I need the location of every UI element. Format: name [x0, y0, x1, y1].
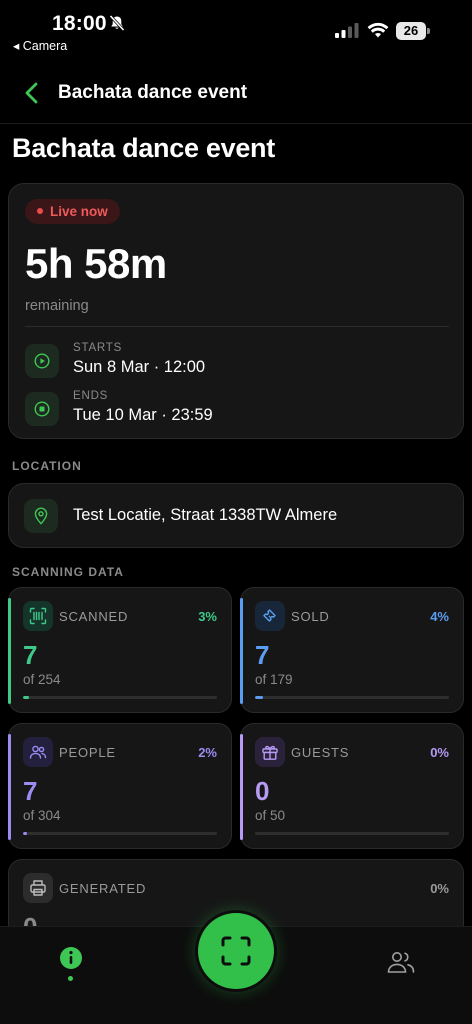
ticket-icon: [255, 601, 285, 631]
stat-total: of 179: [255, 672, 293, 687]
barcode-icon: [23, 601, 53, 631]
live-label: Live now: [50, 204, 108, 219]
stat-value: 7: [255, 640, 270, 670]
page-title: Bachata dance event: [12, 133, 275, 163]
ends-row: ENDS Tue 10 Mar · 23:59: [25, 390, 449, 428]
starts-label: STARTS: [73, 342, 123, 354]
location-section-label: LOCATION: [12, 459, 82, 473]
divider: [25, 326, 449, 327]
stat-total: of 304: [23, 808, 61, 823]
progress-bar: [23, 832, 217, 835]
stat-percentage: 3%: [198, 609, 217, 624]
remaining-label: remaining: [25, 298, 89, 314]
people-icon: [23, 737, 53, 767]
scan-button[interactable]: [198, 913, 274, 989]
map-pin-icon: [24, 499, 58, 533]
stat-card-guests[interactable]: GUESTS 0% 0 of 50: [240, 723, 464, 849]
stop-circle-icon: [25, 392, 59, 426]
location-address: Test Locatie, Straat 1338TW Almere: [73, 506, 338, 524]
stat-total: of 50: [255, 808, 286, 823]
active-tab-indicator: [68, 976, 73, 981]
stat-percentage: 0%: [430, 745, 449, 760]
stat-label: PEOPLE: [59, 745, 116, 760]
stat-value: 0: [255, 776, 270, 806]
stat-card-scanned[interactable]: SCANNED 3% 7 of 254: [8, 587, 232, 713]
battery-level: 26: [396, 22, 426, 40]
status-bar: 18:00 ◂ Camera 26: [0, 0, 472, 60]
bell-off-icon: [109, 14, 125, 32]
people-tab-icon[interactable]: [386, 949, 416, 975]
wifi-icon: [367, 22, 389, 38]
status-time: 18:00: [52, 12, 107, 35]
stat-value: 7: [23, 776, 38, 806]
stat-card-sold[interactable]: SOLD 4% 7 of 179: [240, 587, 464, 713]
stat-percentage: 0%: [430, 881, 449, 896]
ends-value: Tue 10 Mar · 23:59: [73, 406, 213, 424]
play-circle-icon: [25, 344, 59, 378]
stat-label: GUESTS: [291, 745, 350, 760]
back-chevron-icon[interactable]: [20, 80, 44, 106]
starts-row: STARTS Sun 8 Mar · 12:00: [25, 342, 449, 380]
stat-card-people[interactable]: PEOPLE 2% 7 of 304: [8, 723, 232, 849]
stat-label: SOLD: [291, 609, 330, 624]
progress-bar: [255, 696, 449, 699]
live-badge: Live now: [25, 199, 120, 224]
event-status-card: Live now 5h 58m remaining STARTS Sun 8 M…: [8, 183, 464, 439]
starts-value: Sun 8 Mar · 12:00: [73, 358, 206, 376]
live-dot-icon: [37, 208, 43, 214]
gift-icon: [255, 737, 285, 767]
progress-bar: [23, 696, 217, 699]
back-to-camera-link[interactable]: ◂ Camera: [13, 38, 67, 53]
battery-icon: 26: [396, 22, 430, 40]
nav-bar: Bachata dance event: [0, 64, 472, 124]
stat-label: GENERATED: [59, 881, 147, 896]
stat-percentage: 2%: [198, 745, 217, 760]
scan-frame-icon: [221, 936, 251, 966]
printer-icon: [23, 873, 53, 903]
stat-label: SCANNED: [59, 609, 129, 624]
countdown-value: 5h 58m: [25, 240, 167, 287]
scanning-section-label: SCANNING DATA: [12, 565, 124, 579]
stat-percentage: 4%: [430, 609, 449, 624]
location-card[interactable]: Test Locatie, Straat 1338TW Almere: [8, 483, 464, 548]
cellular-signal-icon: [335, 23, 359, 38]
tab-bar: [0, 913, 472, 1024]
progress-bar: [255, 832, 449, 835]
stat-value: 7: [23, 640, 38, 670]
ends-label: ENDS: [73, 390, 109, 402]
nav-title: Bachata dance event: [58, 82, 248, 103]
stat-total: of 254: [23, 672, 61, 687]
info-icon[interactable]: [58, 945, 84, 971]
